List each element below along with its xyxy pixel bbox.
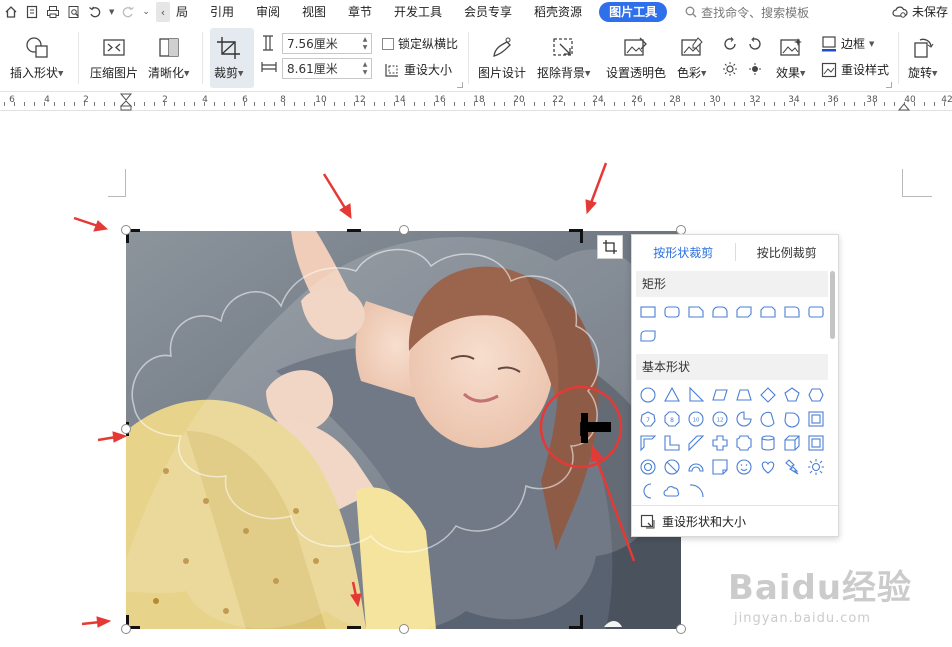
- watermark-brand: Baidu经验: [728, 568, 913, 608]
- annotation-arrow: [350, 581, 362, 608]
- annotation-overlay: [73, 162, 636, 628]
- annotation-arrow: [81, 616, 112, 628]
- watermark-url: jingyan.baidu.com: [734, 611, 871, 626]
- annotation-arrow: [73, 216, 109, 232]
- annotation-arrow: [322, 173, 352, 220]
- annotation-arrow: [97, 431, 128, 443]
- crop-cursor-icon: [581, 413, 611, 443]
- baidu-watermark: Baidu经验 jingyan.baidu.com: [728, 560, 912, 626]
- annotation-arrow: [585, 162, 608, 215]
